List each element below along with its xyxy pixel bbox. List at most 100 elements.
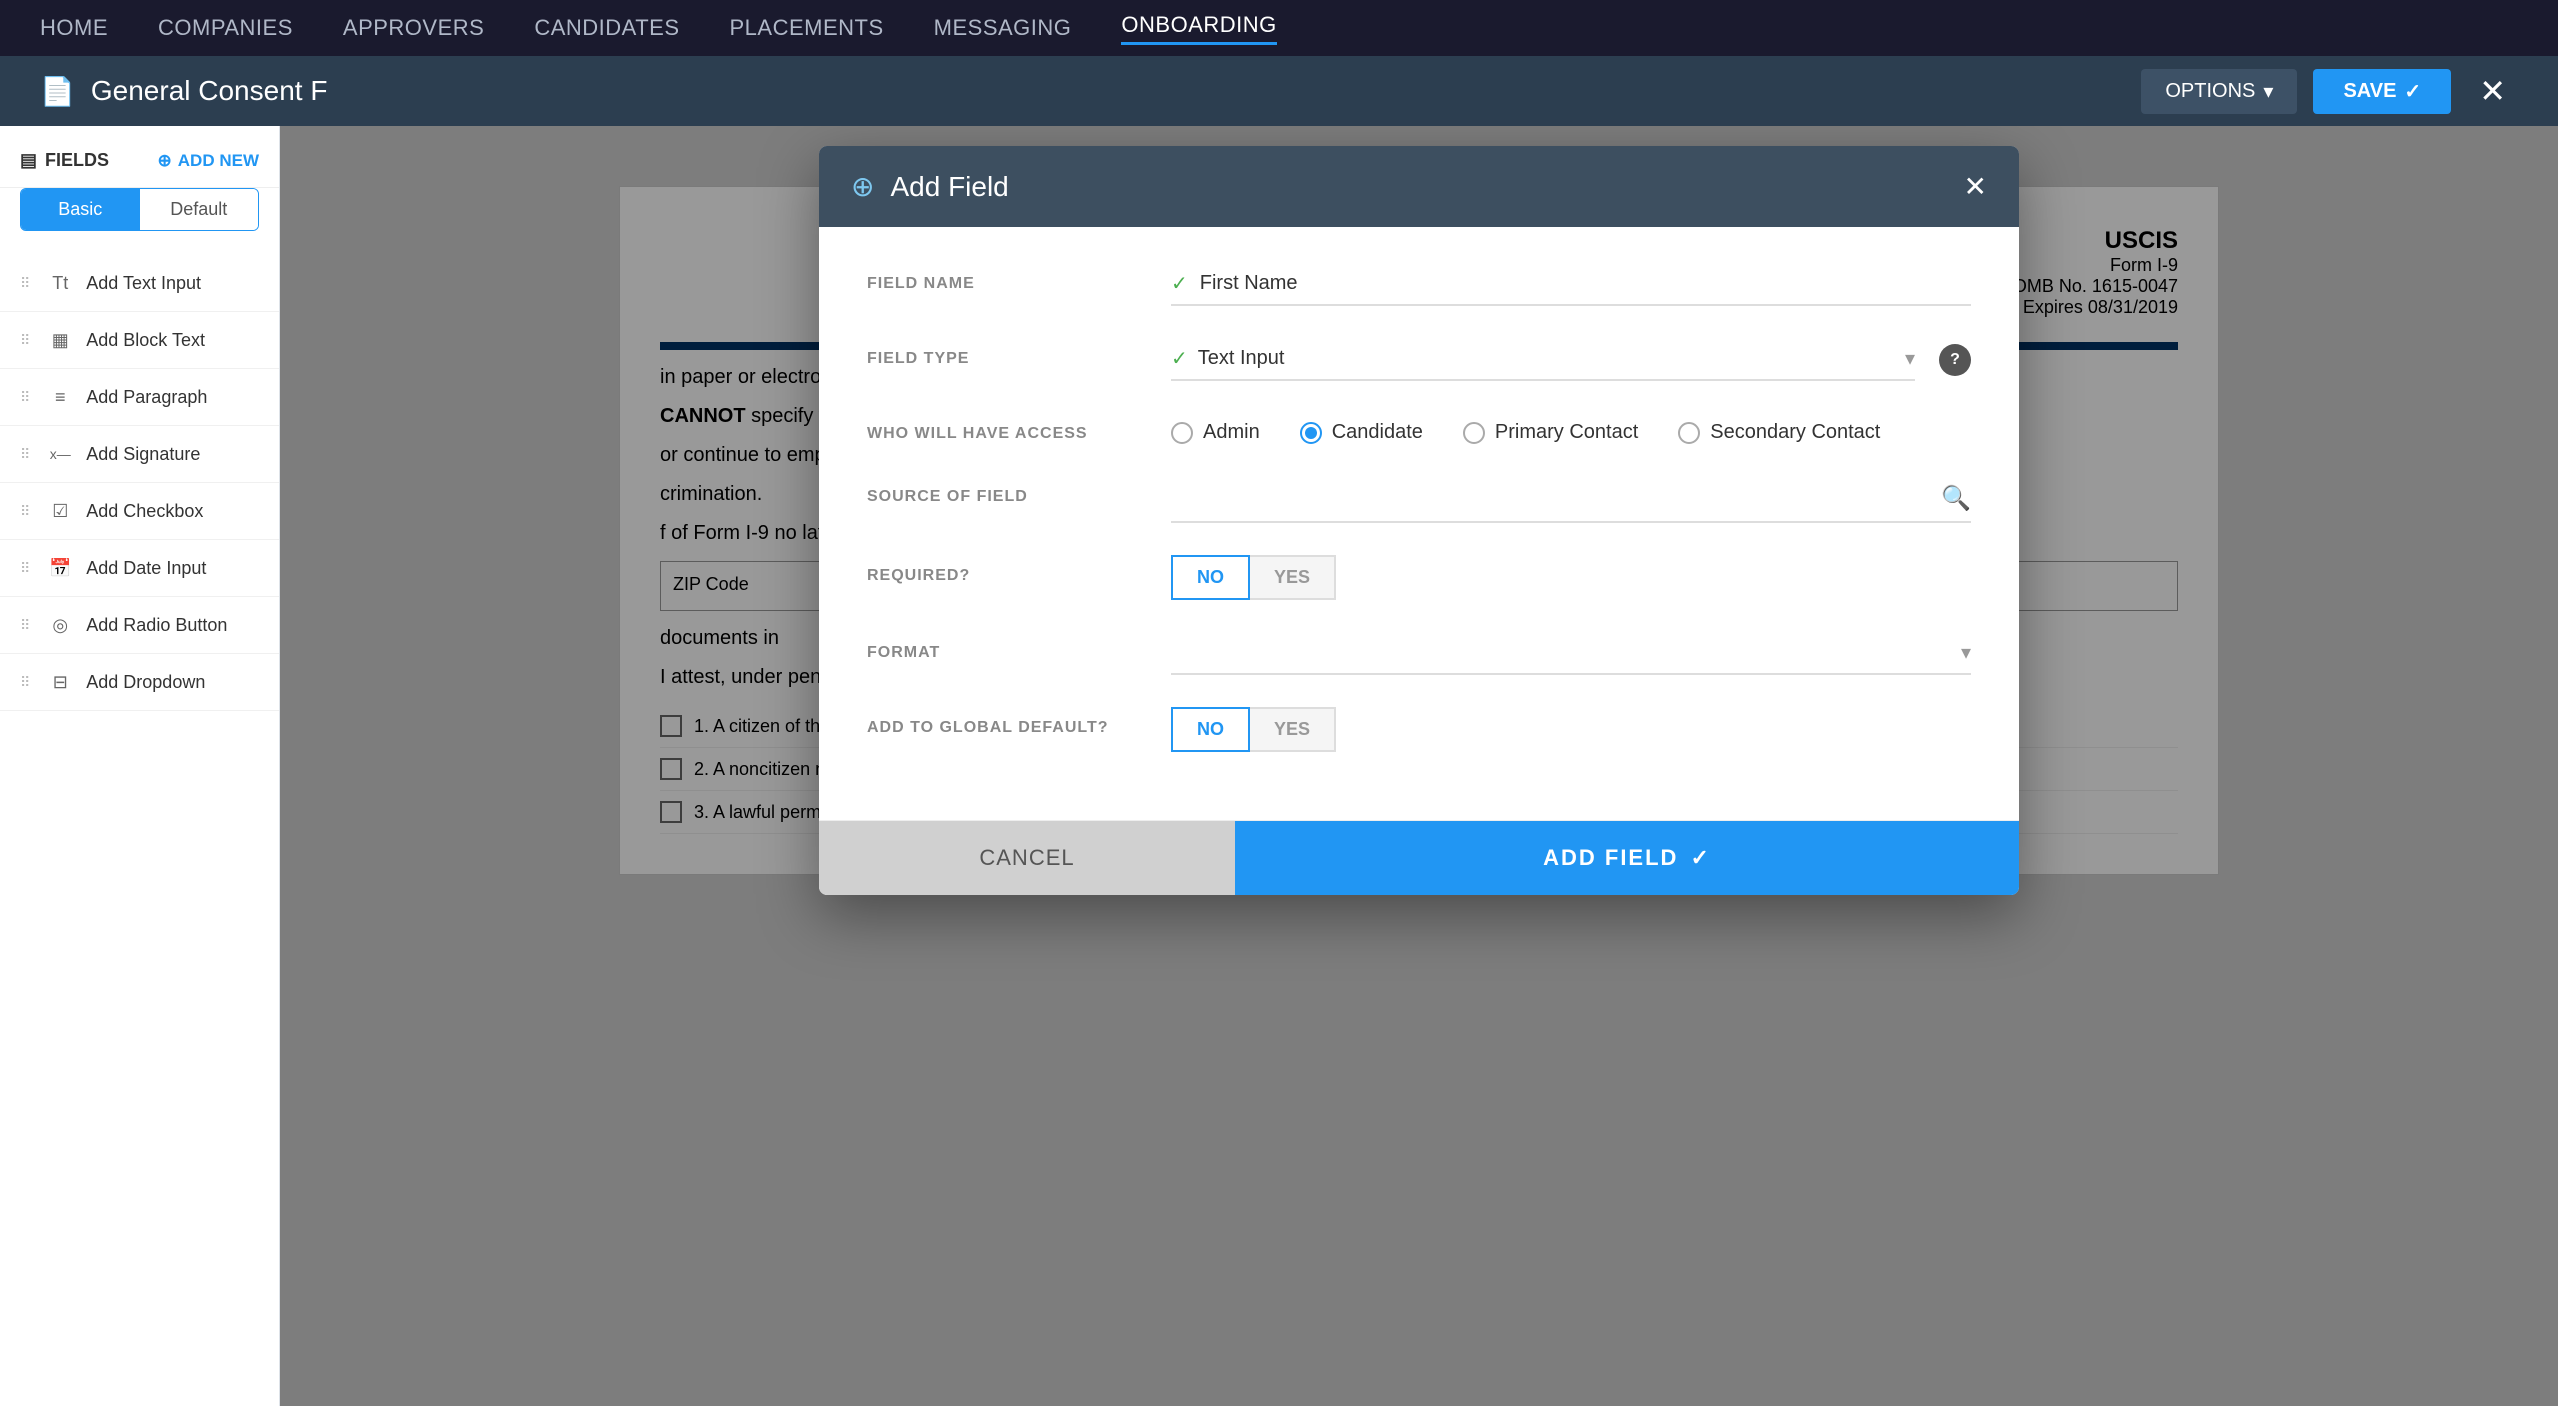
access-radio-group: Admin Candidate Primary Contact [1171,413,1971,444]
tab-default[interactable]: Default [140,189,259,230]
sidebar-header: ▤ FIELDS ⊕ ADD NEW [0,150,279,188]
source-search-wrap[interactable]: 🔍 [1171,476,1971,523]
fields-icon: ▤ [20,150,37,171]
chevron-down-icon: ▾ [1905,346,1915,371]
global-default-label: ADD TO GLOBAL DEFAULT? [867,707,1147,737]
nav-messaging[interactable]: MESSAGING [934,15,1072,41]
format-row: FORMAT ▾ [867,632,1971,675]
format-label: FORMAT [867,632,1147,662]
nav-onboarding[interactable]: ONBOARDING [1121,12,1276,45]
add-field-modal: ⊕ Add Field ✕ FIELD NAME ✓ First Name [819,146,2019,895]
modal-overlay: ⊕ Add Field ✕ FIELD NAME ✓ First Name [280,126,2558,1406]
radio-button-icon: ◎ [46,611,74,639]
source-input[interactable] [1171,487,1941,510]
text-input-label: Add Text Input [86,273,201,294]
top-nav: HOME COMPANIES APPROVERS CANDIDATES PLAC… [0,0,2558,56]
required-control: NO YES [1171,555,1971,600]
global-no-button[interactable]: NO [1171,707,1250,752]
sidebar-item-checkbox[interactable]: ⠿ ☑ Add Checkbox [0,483,279,540]
access-row: WHO WILL HAVE ACCESS Admin Candidate [867,413,1971,444]
nav-candidates[interactable]: CANDIDATES [534,15,679,41]
sidebar: ▤ FIELDS ⊕ ADD NEW Basic Default ⠿ Tt Ad… [0,126,280,1406]
nav-approvers[interactable]: APPROVERS [343,15,484,41]
sub-header: 📄 General Consent F OPTIONS ▾ SAVE ✓ ✕ [0,56,2558,126]
search-icon: 🔍 [1941,484,1971,513]
sub-header-right: OPTIONS ▾ SAVE ✓ ✕ [2141,68,2518,114]
help-icon[interactable]: ? [1939,344,1971,376]
modal-title: Add Field [890,171,1008,203]
signature-icon: x— [46,440,74,468]
add-field-button[interactable]: ADD FIELD ✓ [1235,821,2019,895]
check-icon: ✓ [2404,79,2421,104]
global-yes-button[interactable]: YES [1250,707,1336,752]
fields-title: ▤ FIELDS [20,150,109,171]
paragraph-label: Add Paragraph [86,387,207,408]
modal-header: ⊕ Add Field ✕ [819,146,2019,227]
sidebar-item-signature[interactable]: ⠿ x— Add Signature [0,426,279,483]
modal-footer: CANCEL ADD FIELD ✓ [819,820,2019,895]
drag-handle-icon: ⠿ [20,503,30,520]
date-input-label: Add Date Input [86,558,206,579]
close-button[interactable]: ✕ [2467,68,2518,114]
required-yes-button[interactable]: YES [1250,555,1336,600]
access-admin[interactable]: Admin [1171,421,1260,444]
sidebar-item-block-text[interactable]: ⠿ ▦ Add Block Text [0,312,279,369]
sidebar-item-date-input[interactable]: ⠿ 📅 Add Date Input [0,540,279,597]
access-candidate[interactable]: Candidate [1300,421,1423,444]
field-name-row: FIELD NAME ✓ First Name [867,263,1971,306]
sidebar-item-text-input[interactable]: ⠿ Tt Add Text Input [0,255,279,312]
add-field-icon: ⊕ [851,170,874,203]
field-type-control: ✓ Text Input ▾ ? [1171,338,1971,381]
required-row: REQUIRED? NO YES [867,555,1971,600]
required-label: REQUIRED? [867,555,1147,585]
drag-handle-icon: ⠿ [20,674,30,691]
block-text-icon: ▦ [46,326,74,354]
drag-handle-icon: ⠿ [20,617,30,634]
global-default-toggle-group: NO YES [1171,707,1971,752]
modal-body: FIELD NAME ✓ First Name FIELD TYPE [819,227,2019,820]
check-icon: ✓ [1690,845,1710,871]
nav-home[interactable]: HOME [40,15,108,41]
modal-close-button[interactable]: ✕ [1964,170,1987,203]
sidebar-item-radio-button[interactable]: ⠿ ◎ Add Radio Button [0,597,279,654]
sidebar-item-dropdown[interactable]: ⠿ ⊟ Add Dropdown [0,654,279,711]
nav-placements[interactable]: PLACEMENTS [730,15,884,41]
modal-header-left: ⊕ Add Field [851,170,1009,203]
drag-handle-icon: ⠿ [20,389,30,406]
drag-handle-icon: ⠿ [20,446,30,463]
source-label: SOURCE OF FIELD [867,476,1147,506]
main-layout: ▤ FIELDS ⊕ ADD NEW Basic Default ⠿ Tt Ad… [0,126,2558,1406]
source-row: SOURCE OF FIELD 🔍 [867,476,1971,523]
access-secondary-contact[interactable]: Secondary Contact [1678,421,1880,444]
field-name-control: ✓ First Name [1171,263,1971,306]
radio-admin-circle [1171,422,1193,444]
check-icon: ✓ [1171,271,1188,296]
dropdown-label: Add Dropdown [86,672,205,693]
tab-basic[interactable]: Basic [21,189,140,230]
field-type-select[interactable]: ✓ Text Input ▾ [1171,338,1915,381]
text-input-icon: Tt [46,269,74,297]
options-button[interactable]: OPTIONS ▾ [2141,69,2297,114]
global-default-row: ADD TO GLOBAL DEFAULT? NO YES [867,707,1971,752]
access-primary-contact[interactable]: Primary Contact [1463,421,1638,444]
block-text-label: Add Block Text [86,330,205,351]
field-name-label: FIELD NAME [867,263,1147,293]
cancel-button[interactable]: CANCEL [819,821,1235,895]
access-label: WHO WILL HAVE ACCESS [867,413,1147,443]
checkbox-label: Add Checkbox [86,501,203,522]
radio-button-label: Add Radio Button [86,615,227,636]
format-control: ▾ [1171,632,1971,675]
radio-candidate-circle [1300,422,1322,444]
field-name-input[interactable]: ✓ First Name [1171,263,1971,306]
drag-handle-icon: ⠿ [20,560,30,577]
sidebar-item-paragraph[interactable]: ⠿ ≡ Add Paragraph [0,369,279,426]
drag-handle-icon: ⠿ [20,332,30,349]
sidebar-tabs: Basic Default [20,188,259,231]
add-new-button[interactable]: ⊕ ADD NEW [158,151,259,171]
required-no-button[interactable]: NO [1171,555,1250,600]
save-button[interactable]: SAVE ✓ [2313,69,2451,114]
nav-companies[interactable]: COMPANIES [158,15,293,41]
chevron-down-icon: ▾ [1961,640,1971,665]
sub-header-left: 📄 General Consent F [40,75,327,108]
format-select[interactable]: ▾ [1171,632,1971,675]
